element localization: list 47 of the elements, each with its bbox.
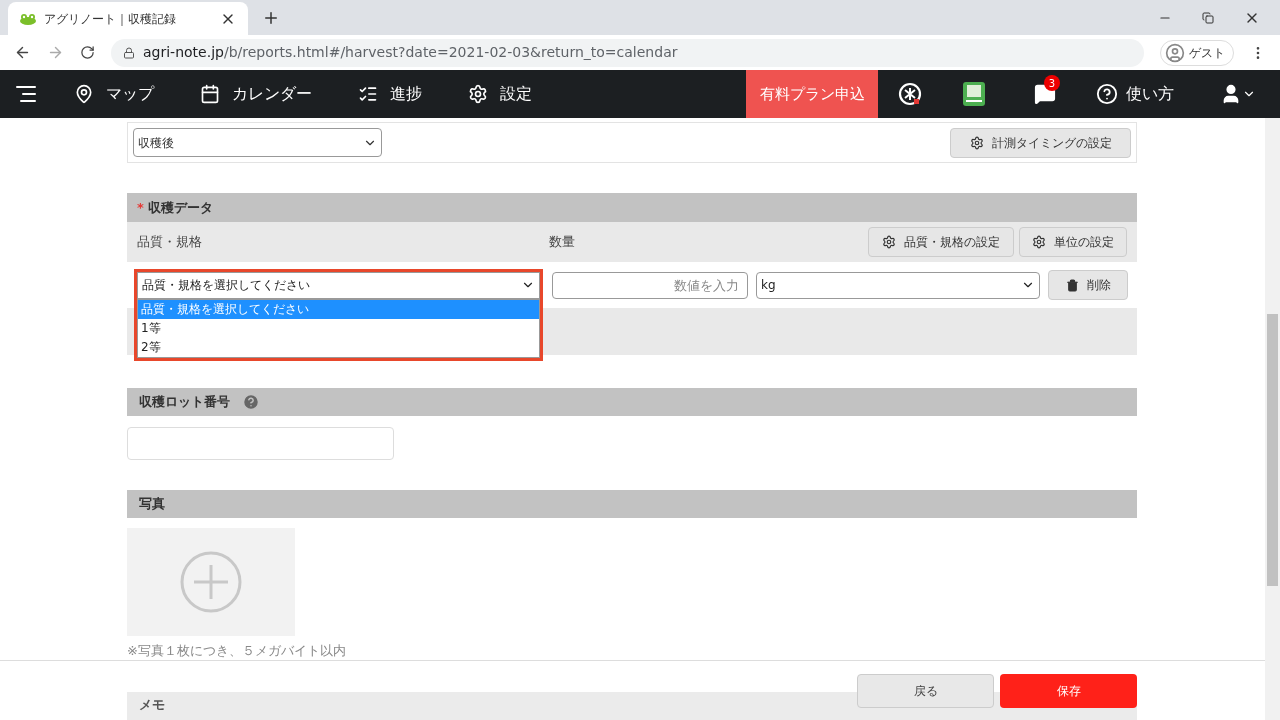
nav-item[interactable]: 設定 <box>468 82 532 106</box>
restore-icon[interactable] <box>1202 11 1214 24</box>
quality-settings-button[interactable]: 品質・規格の設定 <box>868 227 1014 258</box>
photo-note: ※写真１枚につき、５メガバイト以内 <box>127 643 347 660</box>
book-icon[interactable] <box>962 81 986 107</box>
nav-item[interactable]: 進捗 <box>358 82 422 106</box>
dropdown-option[interactable]: 2等 <box>138 337 539 357</box>
delete-button[interactable]: 削除 <box>1048 270 1128 301</box>
lot-number-input[interactable] <box>127 426 394 461</box>
save-button[interactable]: 保存 <box>1000 673 1137 708</box>
address-bar[interactable]: agri-note.jp/b/reports.html#/harvest?date=2021-02-03&return_to=calendar <box>111 38 1144 67</box>
calendar-icon <box>200 84 220 104</box>
trash-icon <box>1065 278 1079 292</box>
add-icon <box>180 551 242 614</box>
lock-icon <box>123 46 135 59</box>
url-text: agri-note.jp/b/reports.html#/harvest?date=2021-02-03&return_to=calendar <box>143 43 678 62</box>
timing-settings-button[interactable]: 計測タイミングの設定 <box>950 127 1131 158</box>
settings-icon <box>468 84 488 104</box>
settings-icon <box>969 135 984 150</box>
column-header: 数量 <box>549 233 576 252</box>
column-header: 品質・規格 <box>137 233 203 252</box>
section-header: 写真 <box>127 490 1137 518</box>
settings-icon <box>1032 235 1046 250</box>
help-icon[interactable] <box>242 392 260 411</box>
scrollbar[interactable] <box>1265 118 1280 720</box>
help-icon <box>1096 83 1118 105</box>
browser-tab[interactable]: アグリノート｜収穫記録 <box>8 2 248 35</box>
frog-icon <box>20 12 36 25</box>
reload-icon[interactable] <box>80 45 95 60</box>
new-tab-icon[interactable] <box>262 9 280 27</box>
timing-select[interactable]: 収穫後 <box>133 128 382 158</box>
section-header: * 収穫データ <box>127 193 1137 223</box>
tab-title: アグリノート｜収穫記録 <box>44 10 177 28</box>
nav-item[interactable]: カレンダー <box>200 82 312 106</box>
help-link[interactable]: 使い方 <box>1096 82 1174 106</box>
section-title: 収穫ロット番号 <box>139 393 230 412</box>
avatar-icon <box>1165 42 1185 63</box>
dropdown-option[interactable]: 1等 <box>138 318 539 338</box>
quality-select[interactable]: 品質・規格を選択してください <box>137 271 540 299</box>
unit-settings-button[interactable]: 単位の設定 <box>1019 227 1127 258</box>
checklist-icon <box>358 84 378 104</box>
nav-item[interactable]: マップ <box>74 82 154 106</box>
notification-badge: 3 <box>1044 75 1060 91</box>
unit-select[interactable]: kg <box>756 271 1040 299</box>
map-pin-icon <box>74 84 94 104</box>
quantity-input[interactable]: 数値を入力 <box>552 271 748 299</box>
settings-icon <box>882 235 896 250</box>
